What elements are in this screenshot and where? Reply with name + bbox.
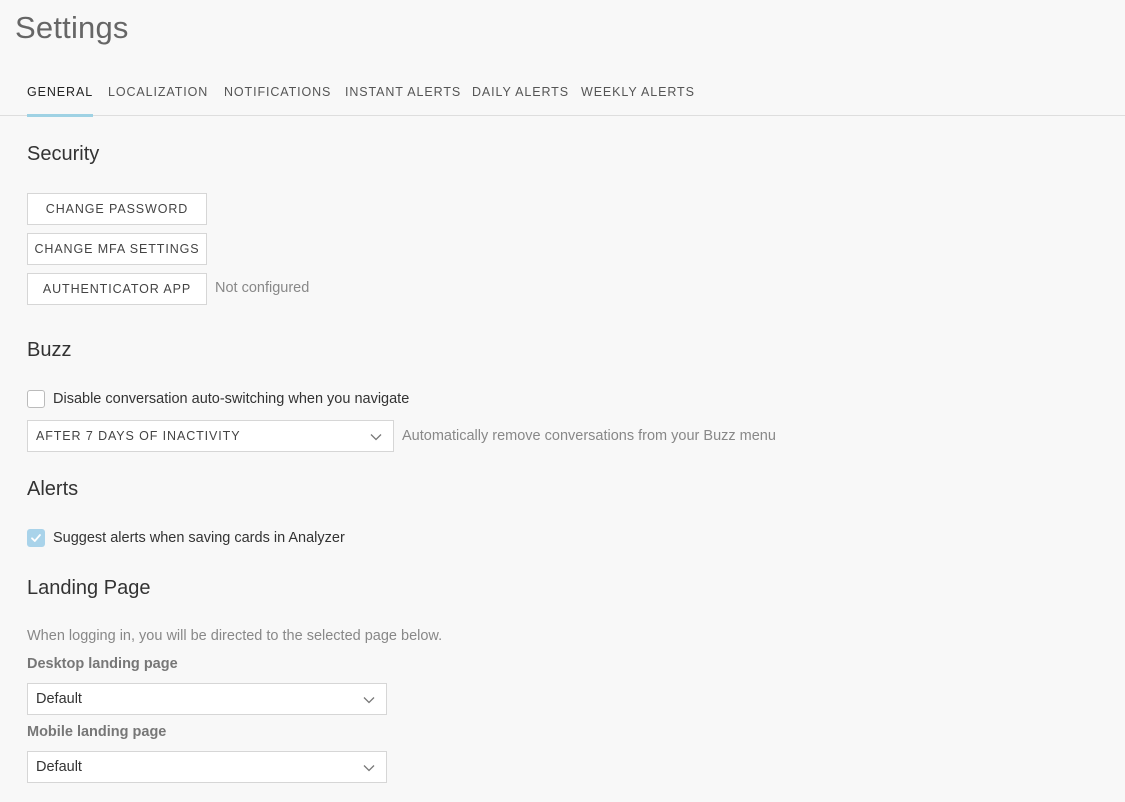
chevron-down-icon	[363, 765, 375, 772]
conversation-removal-description: Automatically remove conversations from …	[402, 428, 776, 444]
tab-instant-alerts[interactable]: INSTANT ALERTS	[345, 74, 461, 116]
chevron-down-icon	[363, 697, 375, 704]
desktop-landing-label: Desktop landing page	[27, 656, 178, 672]
disable-autoswitch-label: Disable conversation auto-switching when…	[53, 391, 410, 407]
tab-daily-alerts[interactable]: DAILY ALERTS	[472, 74, 569, 116]
settings-page: Settings GENERAL LOCALIZATION NOTIFICATI…	[0, 0, 1125, 802]
landing-page-heading: Landing Page	[27, 577, 151, 599]
authenticator-app-button[interactable]: AUTHENTICATOR APP	[27, 273, 207, 305]
tab-localization[interactable]: LOCALIZATION	[108, 74, 208, 116]
suggest-alerts-row: Suggest alerts when saving cards in Anal…	[27, 528, 345, 548]
conversation-removal-value: AFTER 7 DAYS OF INACTIVITY	[36, 429, 241, 443]
page-title: Settings	[15, 10, 129, 45]
tab-notifications[interactable]: NOTIFICATIONS	[224, 74, 331, 116]
disable-autoswitch-row: Disable conversation auto-switching when…	[27, 389, 409, 409]
tab-weekly-alerts[interactable]: WEEKLY ALERTS	[581, 74, 695, 116]
desktop-landing-select[interactable]: Default	[27, 683, 387, 715]
chevron-down-icon	[370, 434, 382, 441]
tab-general[interactable]: GENERAL	[27, 74, 94, 117]
security-heading: Security	[27, 143, 100, 165]
settings-tabs: GENERAL LOCALIZATION NOTIFICATIONS INSTA…	[0, 74, 1125, 117]
disable-autoswitch-checkbox[interactable]	[27, 390, 45, 408]
buzz-heading: Buzz	[27, 339, 72, 361]
authenticator-status: Not configured	[215, 280, 310, 296]
suggest-alerts-checkbox[interactable]	[27, 529, 45, 547]
conversation-removal-select[interactable]: AFTER 7 DAYS OF INACTIVITY	[27, 420, 394, 452]
change-mfa-settings-button[interactable]: CHANGE MFA SETTINGS	[27, 233, 207, 265]
desktop-landing-value: Default	[36, 691, 82, 707]
landing-page-description: When logging in, you will be directed to…	[27, 628, 443, 644]
check-icon	[31, 534, 41, 542]
mobile-landing-value: Default	[36, 759, 82, 775]
suggest-alerts-label: Suggest alerts when saving cards in Anal…	[53, 530, 345, 546]
alerts-heading: Alerts	[27, 478, 79, 500]
change-password-button[interactable]: CHANGE PASSWORD	[27, 193, 207, 225]
mobile-landing-select[interactable]: Default	[27, 751, 387, 783]
mobile-landing-label: Mobile landing page	[27, 724, 167, 740]
